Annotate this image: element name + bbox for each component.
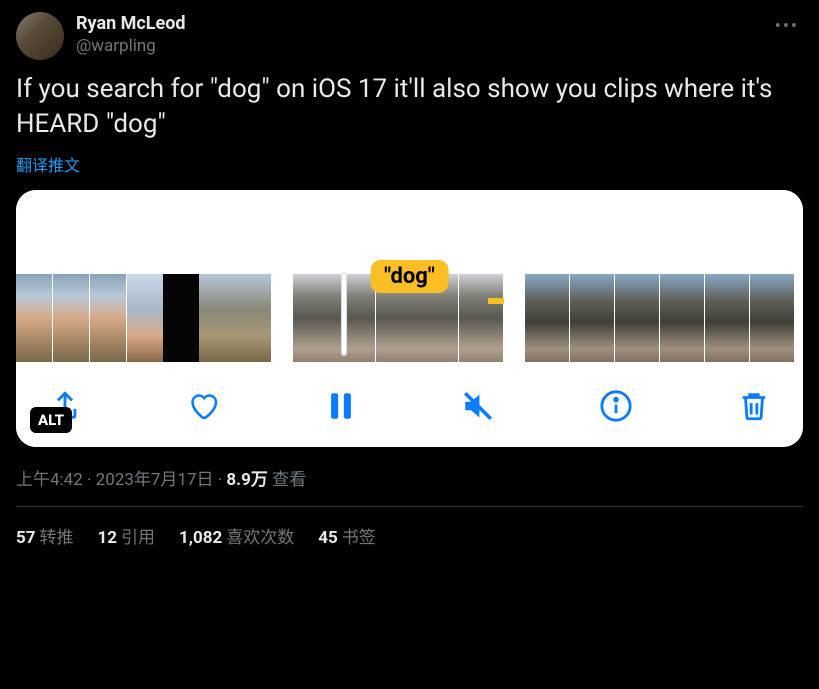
tweet-container: Ryan McLeod @warpling ••• If you search …: [0, 0, 819, 576]
clip-frame: [750, 274, 794, 362]
tweet-time[interactable]: 上午4:42: [16, 470, 83, 490]
clip-group-1[interactable]: [16, 274, 163, 362]
quotes-stat[interactable]: 12引用: [98, 523, 156, 548]
media-toolbar: [16, 365, 803, 447]
views-count: 8.9万: [226, 470, 267, 490]
handle: @warpling: [76, 35, 186, 57]
author-block[interactable]: Ryan McLeod @warpling: [76, 12, 186, 57]
avatar[interactable]: [16, 12, 64, 60]
search-term-tick: [488, 298, 504, 304]
views-label: 查看: [268, 470, 306, 490]
media-top-whitespace: [16, 190, 803, 270]
retweets-stat[interactable]: 57转推: [16, 523, 74, 548]
info-icon[interactable]: [597, 387, 635, 425]
tweet-text: If you search for "dog" on iOS 17 it'll …: [16, 72, 803, 142]
clip-frame: [570, 274, 614, 362]
tweet-header: Ryan McLeod @warpling •••: [16, 12, 803, 60]
clip-group-right[interactable]: [525, 274, 794, 362]
alt-badge[interactable]: ALT: [30, 407, 72, 433]
clip-frame: [615, 274, 659, 362]
clip-frame: [90, 274, 126, 362]
likes-stat[interactable]: 1,082喜欢次数: [179, 523, 294, 548]
tweet-date[interactable]: 2023年7月17日: [96, 470, 214, 490]
tweet-stats: 57转推 12引用 1,082喜欢次数 45书签: [16, 507, 803, 564]
translate-link[interactable]: 翻译推文: [16, 152, 80, 176]
media-card[interactable]: "dog": [16, 190, 803, 447]
clip-frame: [459, 274, 503, 362]
clip-group-3[interactable]: [199, 274, 271, 362]
pause-icon[interactable]: [322, 387, 360, 425]
clip-frame: [127, 274, 163, 362]
clip-frame: [705, 274, 749, 362]
clip-frame: [293, 274, 375, 362]
trash-icon[interactable]: [735, 387, 773, 425]
more-icon[interactable]: •••: [771, 12, 803, 41]
clip-frame: [53, 274, 89, 362]
clip-frame: [163, 274, 199, 362]
playhead[interactable]: [341, 272, 347, 356]
clip-frame: [16, 274, 52, 362]
mute-icon[interactable]: [459, 387, 497, 425]
display-name: Ryan McLeod: [76, 12, 186, 35]
heart-icon[interactable]: [184, 387, 222, 425]
bookmarks-stat[interactable]: 45书签: [318, 523, 376, 548]
clip-group-2[interactable]: [163, 274, 199, 362]
search-term-badge: "dog": [370, 260, 449, 293]
clip-frame: [199, 274, 271, 362]
tweet-meta: 上午4:42 · 2023年7月17日 · 8.9万 查看: [16, 465, 803, 507]
clip-frame: [660, 274, 704, 362]
clip-frame: [525, 274, 569, 362]
